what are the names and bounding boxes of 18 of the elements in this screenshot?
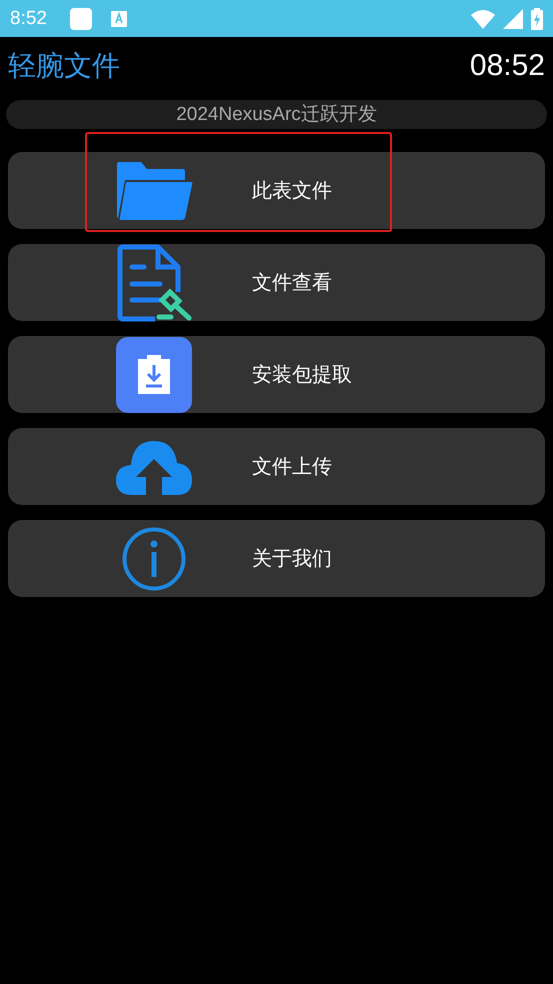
- signal-icon: [503, 8, 523, 28]
- wifi-icon: [471, 8, 495, 28]
- keyboard-notification-icon: [110, 10, 127, 26]
- menu-item[interactable]: 文件上传: [8, 428, 545, 505]
- folder-icon: [115, 160, 193, 222]
- menu-item[interactable]: 此表文件: [8, 152, 545, 229]
- clock: 08:52: [470, 49, 545, 83]
- menu-item[interactable]: 关于我们: [8, 520, 545, 597]
- battery-icon: [531, 8, 543, 30]
- banner: 2024NexusArc迁跃开发: [6, 100, 547, 129]
- clipboard-download-icon: [116, 336, 192, 412]
- app-notification-icon: [68, 6, 93, 30]
- status-time: 8:52: [10, 8, 47, 30]
- menu-item[interactable]: 文件查看: [8, 244, 545, 321]
- info-icon: [122, 526, 186, 590]
- app-title: 轻腕文件: [8, 48, 120, 84]
- document-edit-icon: [115, 244, 193, 322]
- menu-item[interactable]: 安装包提取: [8, 336, 545, 413]
